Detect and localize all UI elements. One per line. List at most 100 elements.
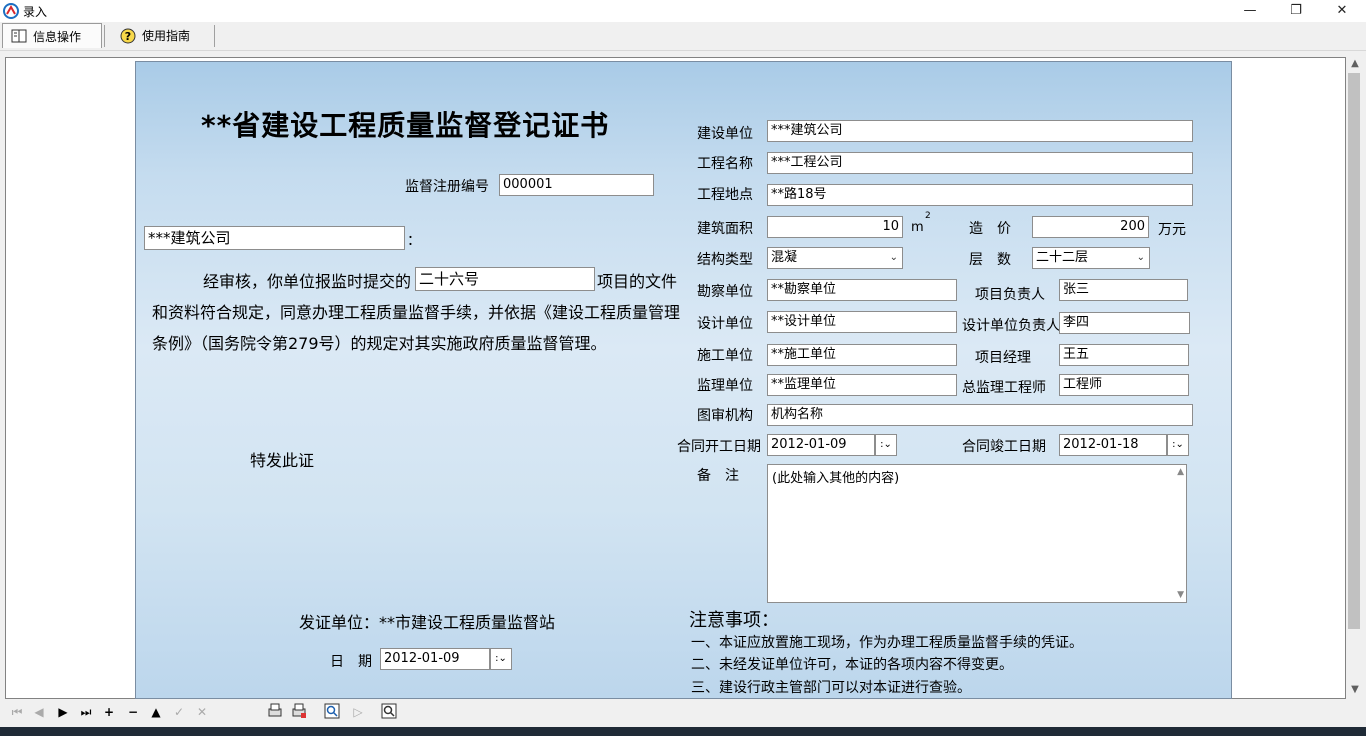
construct-input[interactable]: **施工单位 [767, 344, 957, 366]
body-prefix: 经审核，你单位报监时提交的 [203, 272, 412, 291]
print-setup-icon[interactable] [290, 703, 308, 721]
prev-record-icon[interactable]: ◀ [30, 703, 48, 721]
tab-guide-label: 使用指南 [142, 29, 191, 43]
note-item-2: 二、未经发证单位许可，本证的各项内容不得变更。 [691, 657, 1013, 673]
last-record-icon[interactable]: ⏭ [77, 703, 95, 721]
minimize-button[interactable]: — [1227, 0, 1273, 22]
reg-no-input[interactable]: 000001 [499, 174, 654, 196]
start-date-value[interactable]: 2012-01-09 [767, 434, 875, 456]
construct-label: 施工单位 [697, 348, 753, 364]
body-line2: 和资料符合规定，同意办理工程质量监督手续，并依据《建设工程质量管理 [152, 303, 681, 322]
project-ref-input[interactable]: 二十六号 [415, 267, 595, 291]
scroll-up-icon[interactable]: ▲ [1177, 467, 1184, 477]
add-record-icon[interactable]: + [100, 703, 118, 721]
remark-textarea[interactable]: (此处输入其他的内容) ▲ ▼ [767, 464, 1187, 603]
pm-input[interactable]: 张三 [1059, 279, 1188, 301]
start-date-label: 合同开工日期 [677, 439, 761, 455]
scroll-up-icon[interactable]: ▲ [1346, 58, 1364, 69]
manager-input[interactable]: 王五 [1059, 344, 1189, 366]
cost-label: 造 价 [969, 221, 1011, 237]
restore-button[interactable]: ❐ [1273, 0, 1319, 22]
special-cert-text: 特发此证 [250, 451, 315, 470]
chevron-down-icon: ⌄ [889, 252, 898, 263]
survey-input[interactable]: **勘察单位 [767, 279, 957, 301]
design-lead-label: 设计单位负责人 [962, 318, 1060, 334]
scroll-down-icon[interactable]: ▼ [1177, 590, 1184, 600]
tab-info-operation[interactable]: 信息操作 [2, 23, 102, 48]
cancel-edit-icon[interactable]: ✕ [193, 703, 211, 721]
review-input[interactable]: 机构名称 [767, 404, 1193, 426]
chevron-down-icon[interactable]: :⌄ [1167, 434, 1189, 456]
floors-select[interactable]: 二十二层 ⌄ [1032, 247, 1150, 269]
date-label: 日 期 [330, 654, 372, 670]
window-title: 录入 [23, 5, 48, 19]
chief-label: 总监理工程师 [962, 380, 1046, 396]
close-button[interactable]: ✕ [1319, 0, 1365, 22]
post-edit-icon[interactable]: ✓ [170, 703, 188, 721]
structure-value: 混凝 [771, 250, 798, 265]
note-item-3: 三、建设行政主管部门可以对本证进行查验。 [691, 680, 971, 696]
area-label: 建筑面积 [697, 221, 753, 237]
chevron-down-icon[interactable]: :⌄ [875, 434, 897, 456]
toolbar-divider [104, 25, 105, 47]
remark-label: 备 注 [697, 468, 739, 484]
issuer-text: 发证单位：**市建设工程质量监督站 [299, 613, 556, 632]
svg-text:?: ? [125, 30, 131, 43]
tab-user-guide[interactable]: ? 使用指南 [112, 23, 212, 48]
edit-up-icon[interactable]: ▲ [147, 703, 165, 721]
chief-input[interactable]: 工程师 [1059, 374, 1189, 396]
os-taskbar [0, 727, 1366, 736]
supervise-input[interactable]: **监理单位 [767, 374, 957, 396]
area-input[interactable]: 10 [767, 216, 903, 238]
tab-info-label: 信息操作 [33, 29, 82, 44]
design-lead-input[interactable]: 李四 [1059, 312, 1190, 334]
chevron-down-icon: ⌄ [1136, 252, 1145, 263]
issue-date-picker[interactable]: 2012-01-09 :⌄ [380, 648, 512, 670]
notes-title: 注意事项： [689, 610, 779, 631]
cost-input[interactable]: 200 [1032, 216, 1149, 238]
review-label: 图审机构 [697, 408, 753, 424]
location-input[interactable]: **路18号 [767, 184, 1193, 206]
remark-text: (此处输入其他的内容) [772, 471, 900, 486]
print-icon[interactable] [266, 703, 284, 721]
area-unit: m [911, 220, 924, 235]
company-input[interactable]: ***建筑公司 [144, 226, 405, 250]
certificate-form: **省建设工程质量监督登记证书 监督注册编号 000001 ***建筑公司 ： … [135, 61, 1232, 699]
delete-record-icon[interactable]: − [124, 703, 142, 721]
end-date-picker[interactable]: 2012-01-18 :⌄ [1059, 434, 1189, 456]
start-date-picker[interactable]: 2012-01-09 :⌄ [767, 434, 897, 456]
title-bar [0, 0, 1366, 22]
reg-no-label: 监督注册编号 [405, 179, 489, 195]
play-icon[interactable]: ▷ [349, 703, 367, 721]
colon-text: ： [407, 233, 421, 249]
design-label: 设计单位 [697, 316, 753, 332]
toolbar-divider [214, 25, 215, 47]
structure-label: 结构类型 [697, 252, 753, 268]
end-date-label: 合同竣工日期 [962, 439, 1046, 455]
manager-label: 项目经理 [975, 350, 1031, 366]
scrollbar-thumb[interactable] [1348, 73, 1360, 629]
first-record-icon[interactable]: ⏮ [8, 703, 26, 721]
pm-label: 项目负责人 [975, 287, 1045, 303]
next-record-icon[interactable]: ▶ [54, 703, 72, 721]
builder-input[interactable]: ***建筑公司 [767, 120, 1193, 142]
location-label: 工程地点 [697, 187, 753, 203]
preview-icon[interactable] [323, 703, 341, 721]
end-date-value[interactable]: 2012-01-18 [1059, 434, 1167, 456]
floors-value: 二十二层 [1036, 250, 1089, 265]
issue-date-value[interactable]: 2012-01-09 [380, 648, 490, 670]
app-logo-icon [3, 3, 19, 19]
structure-select[interactable]: 混凝 ⌄ [767, 247, 903, 269]
design-input[interactable]: **设计单位 [767, 311, 957, 333]
builder-label: 建设单位 [697, 126, 753, 142]
body-suffix: 项目的文件 [597, 272, 678, 291]
chevron-down-icon[interactable]: :⌄ [490, 648, 512, 670]
help-icon: ? [120, 28, 136, 43]
body-line3: 条例》（国务院令第279号）的规定对其实施政府质量监督管理。 [152, 334, 607, 353]
book-icon [11, 29, 27, 43]
floors-label: 层 数 [969, 252, 1011, 268]
certificate-title: **省建设工程质量监督登记证书 [201, 109, 610, 142]
zoom-icon[interactable] [380, 703, 398, 721]
scroll-down-icon[interactable]: ▼ [1346, 684, 1364, 695]
project-name-input[interactable]: ***工程公司 [767, 152, 1193, 174]
